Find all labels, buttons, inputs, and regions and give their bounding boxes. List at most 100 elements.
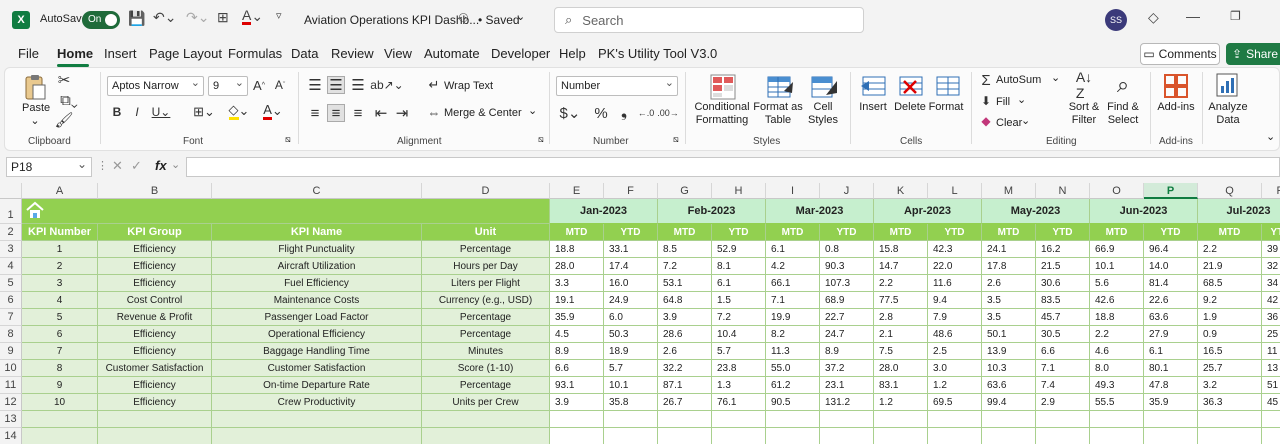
value-cell[interactable]: 21.9 [1198,258,1262,275]
column-header-f[interactable]: F [604,183,658,199]
empty-cell[interactable] [1198,411,1262,428]
value-cell[interactable]: 10.1 [1090,258,1144,275]
value-cell[interactable]: 5.6 [1090,275,1144,292]
value-cell[interactable]: 63.6 [1144,309,1198,326]
empty-cell[interactable] [928,428,982,444]
sort-filter-icon[interactable]: A↓ Z [1071,69,1097,101]
save-icon[interactable]: 💾 [128,10,145,27]
value-cell[interactable]: 8.2 [766,326,820,343]
empty-cell[interactable] [212,411,422,428]
value-cell[interactable]: 27.9 [1144,326,1198,343]
value-cell[interactable]: 63.6 [982,377,1036,394]
clear-dropdown-icon[interactable]: ⌄ [1021,114,1030,127]
delete-cells-label[interactable]: Delete [893,101,927,113]
redo-icon[interactable]: ↷⌄ [186,9,209,26]
empty-cell[interactable] [1144,411,1198,428]
column-header-o[interactable]: O [1090,183,1144,199]
collapse-ribbon-icon[interactable]: ⌄ [1266,130,1275,143]
value-cell[interactable]: 25 [1262,326,1280,343]
value-cell[interactable]: 53.1 [658,275,712,292]
kpi-name-cell[interactable]: Baggage Handling Time [212,343,422,360]
value-cell[interactable]: 3.9 [550,394,604,411]
borders-icon[interactable]: ⊞ [217,9,229,26]
value-cell[interactable]: 24.7 [820,326,874,343]
value-cell[interactable]: 52.9 [712,241,766,258]
paste-icon[interactable] [22,72,48,102]
value-cell[interactable]: 2.6 [658,343,712,360]
value-cell[interactable]: 28.6 [658,326,712,343]
value-cell[interactable]: 76.1 [712,394,766,411]
menu-page-layout[interactable]: Page Layout [149,46,222,61]
saved-status[interactable]: • Saved [478,13,520,27]
menu-data[interactable]: Data [291,46,318,61]
row-header-11[interactable]: 11 [0,377,22,394]
unit-cell[interactable]: Score (1-10) [422,360,550,377]
empty-cell[interactable] [1198,428,1262,444]
column-header-n[interactable]: N [1036,183,1090,199]
value-cell[interactable]: 45 [1262,394,1280,411]
value-cell[interactable]: 6.1 [1144,343,1198,360]
value-cell[interactable]: 93.1 [550,377,604,394]
value-cell[interactable]: 49.3 [1090,377,1144,394]
kpi-name-cell[interactable]: Crew Productivity [212,394,422,411]
row-header-4[interactable]: 4 [0,258,22,275]
row-header-14[interactable]: 14 [0,428,22,444]
column-header-b[interactable]: B [98,183,212,199]
value-cell[interactable]: 35.9 [550,309,604,326]
sort-filter-label2[interactable]: Filter [1064,114,1104,126]
premium-diamond-icon[interactable]: ◇ [1148,9,1159,26]
value-cell[interactable]: 90.3 [820,258,874,275]
conditional-formatting-label2[interactable]: Formatting [692,114,752,126]
name-box[interactable]: P18 [6,155,92,177]
value-cell[interactable]: 32.2 [658,360,712,377]
share-people-icon[interactable]: ⚇ [458,11,469,25]
menu-developer[interactable]: Developer [491,46,550,61]
column-header-a[interactable]: A [22,183,98,199]
empty-cell[interactable] [22,428,98,444]
value-cell[interactable]: 7.5 [874,343,928,360]
cancel-icon[interactable]: ✕ [112,158,123,174]
value-cell[interactable]: 24.9 [604,292,658,309]
value-cell[interactable]: 1.2 [928,377,982,394]
paste-label[interactable]: Paste [22,102,50,114]
empty-cell[interactable] [212,428,422,444]
align-bottom-icon[interactable]: ☰ [349,76,367,94]
column-header-r[interactable]: R [1262,183,1280,199]
value-cell[interactable]: 9.2 [1198,292,1262,309]
value-cell[interactable]: 13 [1262,360,1280,377]
empty-cell[interactable] [766,411,820,428]
value-cell[interactable]: 16.2 [1036,241,1090,258]
value-cell[interactable]: 8.9 [820,343,874,360]
kpi-number-cell[interactable]: 7 [22,343,98,360]
value-cell[interactable]: 83.1 [874,377,928,394]
merge-center-icon[interactable]: ⇔ [426,104,442,120]
insert-cells-label[interactable]: Insert [856,101,890,113]
select-all-corner[interactable] [0,183,22,199]
value-cell[interactable]: 37.2 [820,360,874,377]
copy-icon[interactable]: ⧉⌄ [56,92,82,109]
empty-cell[interactable] [604,411,658,428]
value-cell[interactable]: 7.4 [1036,377,1090,394]
value-cell[interactable]: 16.5 [1198,343,1262,360]
font-size-select[interactable]: 9 [208,74,248,96]
column-header-c[interactable]: C [212,183,422,199]
empty-cell[interactable] [1090,428,1144,444]
value-cell[interactable]: 22.6 [1144,292,1198,309]
kpi-group-cell[interactable]: Cost Control [98,292,212,309]
value-cell[interactable]: 26.7 [658,394,712,411]
row-header-7[interactable]: 7 [0,309,22,326]
value-cell[interactable]: 16.0 [604,275,658,292]
value-cell[interactable]: 2.2 [1198,241,1262,258]
value-cell[interactable]: 7.2 [712,309,766,326]
value-cell[interactable]: 36.3 [1198,394,1262,411]
value-cell[interactable]: 55.0 [766,360,820,377]
menu-pk-utility[interactable]: PK's Utility Tool V3.0 [598,46,717,61]
value-cell[interactable]: 30.6 [1036,275,1090,292]
value-cell[interactable]: 11.6 [928,275,982,292]
insert-cells-icon[interactable] [859,73,887,101]
analyze-data-icon[interactable] [1214,72,1242,100]
merge-dropdown-icon[interactable]: ⌄ [528,104,537,117]
underline-icon[interactable]: U⌄ [150,104,172,120]
empty-cell[interactable] [550,411,604,428]
kpi-group-cell[interactable]: Revenue & Profit [98,309,212,326]
